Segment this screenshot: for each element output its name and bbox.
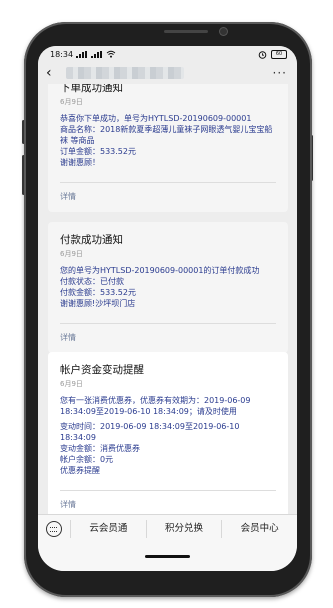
back-arrow-icon[interactable]: ‹ bbox=[46, 65, 60, 81]
nav-bar: ‹ ··· bbox=[38, 62, 297, 84]
card-title: 帐户资金变动提醒 bbox=[60, 364, 144, 376]
card-body: 恭喜你下单成功，单号为HYTLSD-20190609-00001 商品名称：20… bbox=[60, 113, 276, 168]
keyboard-icon[interactable] bbox=[46, 521, 62, 537]
card-line: 您的单号为HYTLSD-20190609-00001的订单付款成功 bbox=[60, 266, 260, 275]
card-line: 谢谢惠顾！ bbox=[60, 158, 100, 167]
home-indicator[interactable] bbox=[145, 555, 190, 558]
home-indicator-area bbox=[38, 543, 297, 571]
alarm-icon bbox=[258, 50, 267, 59]
battery-icon: 60 bbox=[271, 49, 287, 59]
status-time: 18:34 bbox=[50, 49, 74, 59]
card-date: 6月9日 bbox=[60, 250, 83, 258]
more-options-icon[interactable]: ··· bbox=[273, 66, 287, 80]
card-date: 6月9日 bbox=[60, 98, 83, 106]
menu-item-member-center[interactable]: 会员中心 bbox=[221, 520, 297, 538]
card-body: 您的单号为HYTLSD-20190609-00001的订单付款成功 付款状态：已… bbox=[60, 265, 276, 309]
wifi-icon bbox=[106, 50, 116, 58]
menu-item-cloud-member[interactable]: 云会员通 bbox=[70, 520, 146, 538]
card-line: 变动金额：消费优惠券 bbox=[60, 444, 140, 453]
chat-title-redacted bbox=[66, 67, 184, 79]
detail-link[interactable]: 详情 bbox=[60, 183, 276, 212]
message-feed[interactable]: 下单成功通知 6月9日 恭喜你下单成功，单号为HYTLSD-20190609-0… bbox=[38, 84, 297, 539]
phone-speaker bbox=[164, 30, 208, 33]
signal-icon bbox=[76, 50, 88, 58]
status-right: 60 bbox=[258, 49, 287, 59]
phone-frame: 18:34 60 ‹ ··· 下单成功通知 6月9日 恭喜你下单成功，单号为HY… bbox=[24, 22, 312, 597]
bottom-menu-bar: 云会员通 积分兑换 会员中心 bbox=[38, 514, 297, 543]
message-card-order[interactable]: 下单成功通知 6月9日 恭喜你下单成功，单号为HYTLSD-20190609-0… bbox=[48, 84, 288, 212]
card-line: 谢谢惠顾!沙坪坝门店 bbox=[60, 299, 136, 308]
front-camera bbox=[220, 28, 227, 35]
card-body: 您有一张消费优惠券，优惠券有效期为：2019-06-09 18:34:09至20… bbox=[60, 395, 276, 476]
card-line: 付款状态：已付款 bbox=[60, 277, 124, 286]
card-line: 付款金额：533.52元 bbox=[60, 288, 136, 297]
status-bar: 18:34 60 bbox=[38, 46, 297, 62]
message-card-payment[interactable]: 付款成功通知 6月9日 您的单号为HYTLSD-20190609-00001的订… bbox=[48, 222, 288, 353]
card-date: 6月9日 bbox=[60, 380, 83, 388]
card-title: 付款成功通知 bbox=[60, 234, 123, 246]
status-left: 18:34 bbox=[50, 50, 116, 59]
card-line: 您有一张消费优惠券，优惠券有效期为：2019-06-09 18:34:09至20… bbox=[60, 396, 254, 416]
card-line: 帐户余额：0元 bbox=[60, 455, 114, 464]
card-line: 订单金额：533.52元 bbox=[60, 147, 136, 156]
card-line: 优惠券提醒 bbox=[60, 466, 100, 475]
detail-link[interactable]: 详情 bbox=[60, 324, 276, 353]
card-title: 下单成功通知 bbox=[60, 84, 123, 94]
message-card-account-change[interactable]: 帐户资金变动提醒 6月9日 您有一张消费优惠券，优惠券有效期为：2019-06-… bbox=[48, 352, 288, 520]
signal-2-icon bbox=[91, 50, 103, 58]
card-line: 变动时间：2019-06-09 18:34:09至2019-06-10 18:3… bbox=[60, 422, 243, 442]
card-line: 恭喜你下单成功，单号为HYTLSD-20190609-00001 bbox=[60, 114, 252, 123]
card-line: 商品名称：2018新款夏季超薄儿童袜子网眼透气婴儿宝宝船袜 等商品 bbox=[60, 125, 273, 145]
menu-item-points-exchange[interactable]: 积分兑换 bbox=[145, 520, 222, 538]
phone-screen: 18:34 60 ‹ ··· 下单成功通知 6月9日 恭喜你下单成功，单号为HY… bbox=[38, 46, 297, 571]
